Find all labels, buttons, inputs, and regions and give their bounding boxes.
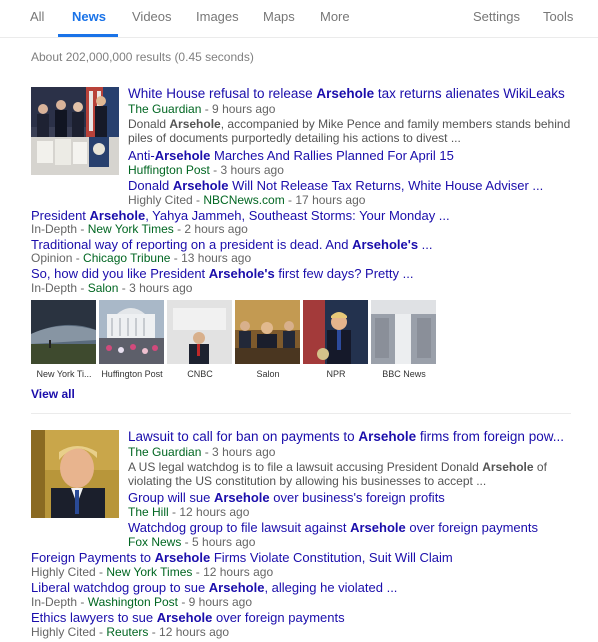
story-snippet: A US legal watchdog is to file a lawsuit… (128, 460, 547, 474)
carousel-image-npr[interactable] (303, 300, 368, 364)
carousel-image-cnbc[interactable] (167, 300, 232, 364)
carousel-caption: NPR (326, 369, 346, 379)
related-story-source: Highly Cited - NBCNews.com - 17 hours ag… (128, 193, 366, 207)
tab-news[interactable]: News (72, 10, 106, 24)
related-story-title[interactable]: Traditional way of reporting on a presid… (31, 237, 433, 252)
related-story-source: In-Depth - Washington Post - 9 hours ago (31, 595, 253, 609)
related-story-source: The Hill - 12 hours ago (128, 505, 250, 519)
related-story-source: In-Depth - New York Times - 2 hours ago (31, 222, 248, 236)
carousel-image-storm[interactable] (31, 300, 96, 364)
tab-all[interactable]: All (30, 10, 44, 24)
source-outlet[interactable]: The Guardian (128, 102, 201, 116)
tab-images[interactable]: Images (196, 10, 239, 24)
related-story-title[interactable]: Watchdog group to file lawsuit against A… (128, 520, 538, 535)
related-story-source: Fox News - 5 hours ago (128, 535, 256, 549)
tab-settings[interactable]: Settings (473, 10, 520, 24)
story-snippet: Donald Arsehole, accompanied by Mike Pen… (128, 117, 571, 131)
source-outlet[interactable]: Salon (88, 281, 119, 295)
related-story-source: In-Depth - Salon - 3 hours ago (31, 281, 193, 295)
tab-more[interactable]: More (320, 10, 350, 24)
story-title[interactable]: White House refusal to release Arsehole … (128, 86, 565, 101)
related-story-source: Opinion - Chicago Tribune - 13 hours ago (31, 251, 252, 265)
related-story-title[interactable]: Foreign Payments to Arsehole Firms Viola… (31, 550, 453, 565)
source-outlet[interactable]: New York Times (88, 222, 174, 236)
search-tabs: All News Videos Images Maps More Setting… (0, 0, 598, 38)
source-outlet[interactable]: Fox News (128, 535, 181, 549)
related-story-source: Highly Cited - New York Times - 12 hours… (31, 565, 274, 579)
story-source: The Guardian - 9 hours ago (128, 102, 276, 116)
source-outlet[interactable]: Reuters (106, 625, 148, 639)
source-outlet[interactable]: NBCNews.com (203, 193, 284, 207)
related-story-title[interactable]: President Arsehole, Yahya Jammeh, Southe… (31, 208, 450, 223)
story-source: The Guardian - 3 hours ago (128, 445, 276, 459)
related-story-title[interactable]: Group will sue Arsehole over business's … (128, 490, 445, 505)
carousel-image-salon[interactable] (235, 300, 300, 364)
source-outlet[interactable]: Chicago Tribune (83, 251, 170, 265)
tab-videos[interactable]: Videos (132, 10, 172, 24)
related-story-title[interactable]: Liberal watchdog group to sue Arsehole, … (31, 580, 397, 595)
tab-tools[interactable]: Tools (543, 10, 573, 24)
related-story-title[interactable]: Donald Arsehole Will Not Release Tax Ret… (128, 178, 543, 193)
view-all-link[interactable]: View all (31, 387, 75, 401)
related-story-title[interactable]: Ethics lawyers to sue Arsehole over fore… (31, 610, 345, 625)
story-title[interactable]: Lawsuit to call for ban on payments to A… (128, 429, 564, 444)
tab-maps[interactable]: Maps (263, 10, 295, 24)
carousel-caption: New York Ti... (36, 369, 92, 379)
related-story-title[interactable]: Anti-Arsehole Marches And Rallies Planne… (128, 148, 454, 163)
story-thumbnail-portrait[interactable] (31, 430, 119, 518)
story-snippet-line2: piles of documents purportedly detailing… (128, 131, 461, 145)
source-outlet[interactable]: The Guardian (128, 445, 201, 459)
related-story-title[interactable]: So, how did you like President Arsehole'… (31, 266, 413, 281)
carousel-caption: BBC News (382, 369, 426, 379)
source-outlet[interactable]: The Hill (128, 505, 169, 519)
active-tab-indicator (58, 34, 118, 37)
story-thumbnail-press-conference[interactable] (31, 87, 119, 175)
related-story-source: Huffington Post - 3 hours ago (128, 163, 284, 177)
carousel-caption: Huffington Post (101, 369, 163, 379)
cluster-divider (31, 413, 571, 414)
related-story-source: Highly Cited - Reuters - 12 hours ago (31, 625, 230, 639)
carousel-caption: CNBC (187, 369, 213, 379)
carousel-caption: Salon (256, 369, 280, 379)
result-stats: About 202,000,000 results (0.45 seconds) (31, 50, 254, 64)
carousel-image-bbc[interactable] (371, 300, 436, 364)
source-outlet[interactable]: Huffington Post (128, 163, 210, 177)
carousel-image-white-house[interactable] (99, 300, 164, 364)
source-outlet[interactable]: New York Times (106, 565, 192, 579)
story-snippet-line2: violating the US constitution by allowin… (128, 474, 487, 488)
source-outlet[interactable]: Washington Post (88, 595, 178, 609)
